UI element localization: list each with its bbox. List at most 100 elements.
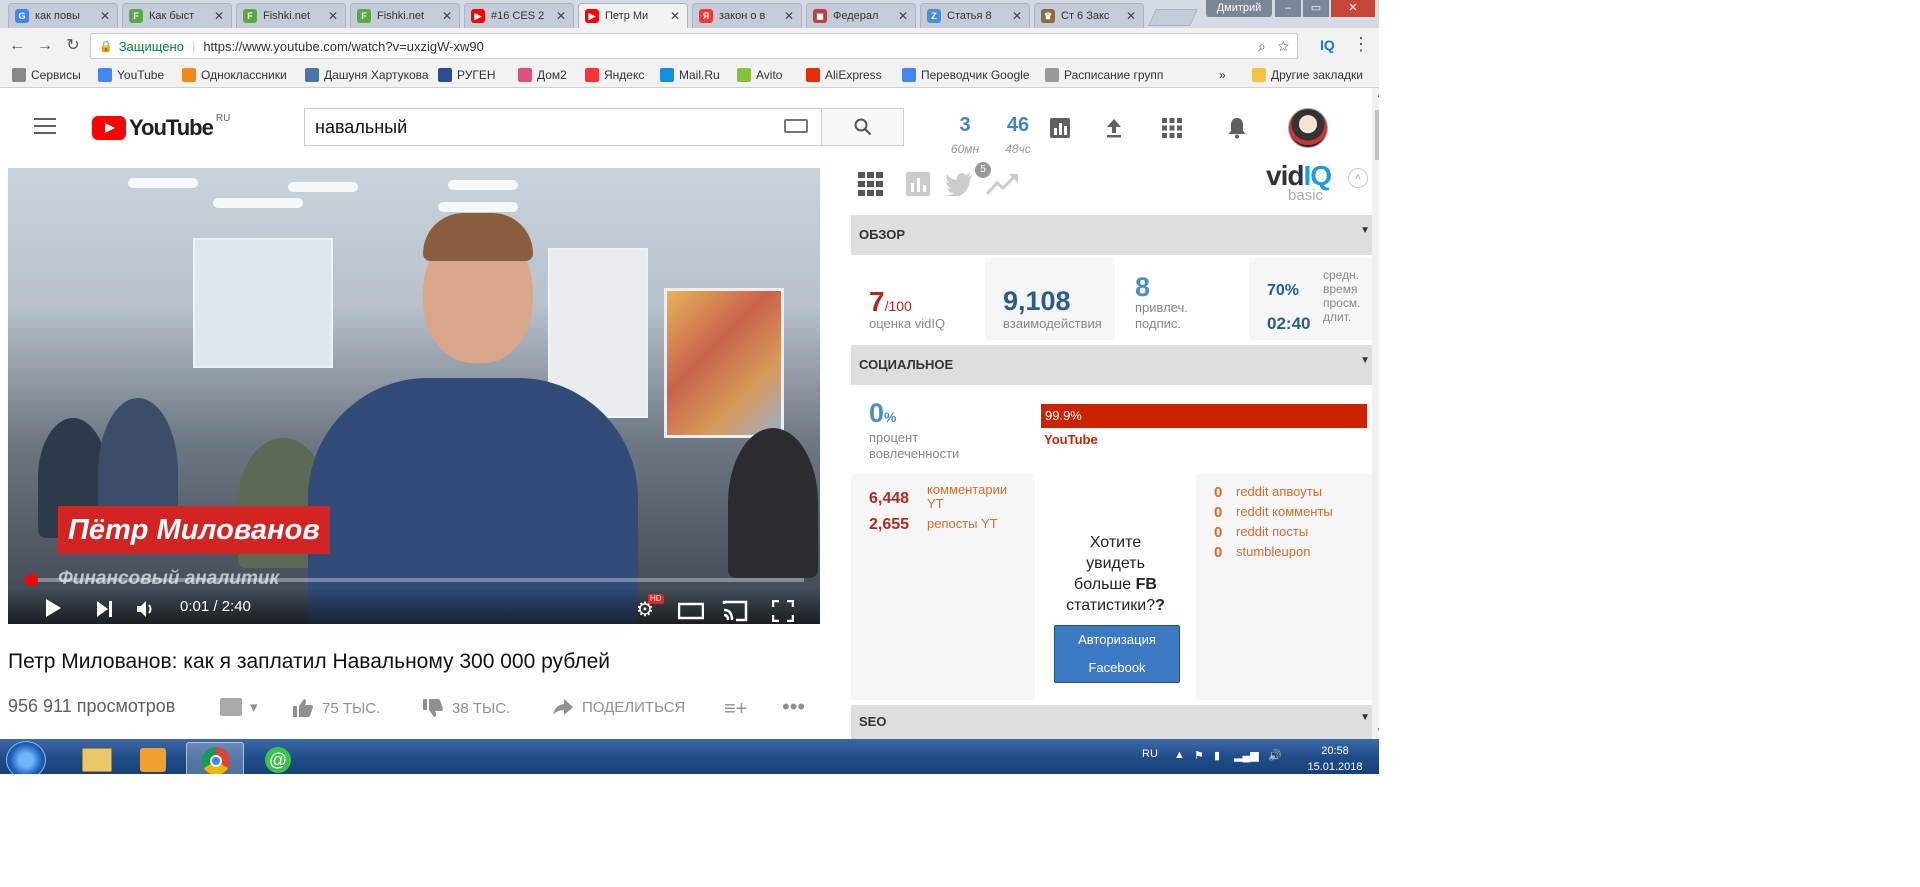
forward-button[interactable]: →: [34, 36, 56, 58]
vidiq-stats-icon[interactable]: [906, 172, 930, 196]
next-icon[interactable]: [96, 600, 114, 618]
tab-close-icon[interactable]: ✕: [99, 9, 111, 23]
browser-menu-icon[interactable]: ⋮: [1352, 34, 1370, 55]
account-avatar[interactable]: [1288, 108, 1328, 148]
bookmark-item[interactable]: РУГЕН: [438, 68, 496, 82]
hamburger-menu-icon[interactable]: [34, 118, 56, 134]
taskbar-explorer[interactable]: [68, 742, 126, 774]
vidiq-grid-icon[interactable]: [858, 172, 884, 196]
overview-section-header[interactable]: ОБЗОР ▼: [851, 215, 1372, 255]
input-language[interactable]: RU: [1142, 748, 1158, 760]
apps-grid-icon[interactable]: [1160, 116, 1184, 140]
youtube-logo[interactable]: YouTube RU: [92, 113, 230, 141]
taskbar-mail-agent[interactable]: @: [250, 742, 308, 774]
scrollbar-thumb[interactable]: [1375, 110, 1379, 160]
like-button[interactable]: 75 ТЫС.: [292, 698, 380, 718]
add-to-playlist-icon[interactable]: ≡+: [724, 698, 747, 721]
bookmark-item[interactable]: Дашуня Хартукова: [305, 68, 429, 82]
bookmark-item[interactable]: YouTube: [98, 68, 164, 82]
back-button[interactable]: ←: [6, 36, 28, 58]
zoom-icon[interactable]: ⌕: [1258, 38, 1266, 54]
vidiq-views-menu[interactable]: ▾: [220, 698, 258, 716]
tab-close-icon[interactable]: ✕: [669, 9, 681, 23]
share-button[interactable]: ПОДЕЛИТЬСЯ: [552, 698, 685, 716]
facebook-login-button[interactable]: Авторизация Facebook: [1054, 625, 1180, 683]
browser-tab[interactable]: ◼ Федерал ✕: [806, 3, 916, 28]
scroll-up-arrow[interactable]: ▲: [1376, 90, 1379, 99]
bookmark-item[interactable]: Сервисы: [12, 68, 81, 82]
tab-close-icon[interactable]: ✕: [897, 9, 909, 23]
search-input[interactable]: навальный: [304, 108, 822, 146]
minimize-button[interactable]: –: [1275, 0, 1301, 17]
keyboard-icon[interactable]: [784, 119, 808, 133]
taskbar-chrome[interactable]: [186, 742, 244, 774]
scroll-down-arrow[interactable]: ▼: [1376, 726, 1379, 735]
power-icon[interactable]: ▮: [1214, 749, 1220, 762]
search-button[interactable]: [822, 108, 904, 146]
tab-close-icon[interactable]: ✕: [1011, 9, 1023, 23]
window-close-button[interactable]: ✕: [1331, 0, 1375, 17]
media-player-icon: [140, 748, 166, 772]
tab-close-icon[interactable]: ✕: [555, 9, 567, 23]
volume-icon[interactable]: [136, 599, 156, 619]
other-bookmarks-folder[interactable]: Другие закладки: [1252, 68, 1363, 82]
social-section-header[interactable]: СОЦИАЛЬНОЕ ▼: [851, 345, 1372, 385]
vidiq-trend-icon[interactable]: [986, 172, 1020, 196]
maximize-button[interactable]: ▭: [1303, 0, 1329, 17]
analytics-icon[interactable]: [1048, 116, 1072, 140]
action-center-flag-icon[interactable]: ⚑: [1194, 749, 1204, 762]
browser-tab[interactable]: F Fishki.net ✕: [236, 3, 346, 28]
show-hidden-icons-icon[interactable]: ▲: [1174, 749, 1185, 761]
bookmarks-more-button[interactable]: »: [1219, 68, 1226, 82]
dislike-button[interactable]: 38 ТЫС.: [422, 698, 510, 718]
more-actions-icon[interactable]: •••: [782, 694, 805, 720]
bookmark-item[interactable]: AliExpress: [806, 68, 882, 82]
bookmark-item[interactable]: Расписание групп: [1045, 68, 1163, 82]
collapse-chevron-up-icon[interactable]: ˄: [1348, 168, 1368, 188]
reload-button[interactable]: ↻: [62, 36, 84, 58]
browser-tab[interactable]: F Как быст ✕: [122, 3, 232, 28]
vidiq-extension-button[interactable]: IQ: [1320, 37, 1335, 53]
browser-tab[interactable]: ▶ Петр Ми ✕: [578, 3, 688, 28]
bookmark-item[interactable]: Одноклассники: [182, 68, 287, 82]
volume-tray-icon[interactable]: 🔊: [1268, 749, 1282, 762]
network-icon[interactable]: ▂▄▆: [1234, 749, 1259, 762]
upload-icon[interactable]: [1102, 116, 1126, 140]
tab-close-icon[interactable]: ✕: [783, 9, 795, 23]
play-icon[interactable]: [44, 598, 62, 618]
start-button[interactable]: [6, 741, 46, 774]
bookmark-item[interactable]: Дом2: [518, 68, 567, 82]
browser-tab[interactable]: ▶ #16 CES 2 ✕: [464, 3, 574, 28]
profile-button[interactable]: Дмитрий: [1206, 0, 1272, 17]
theater-mode-icon[interactable]: [678, 602, 704, 620]
address-bar[interactable]: 🔒 Защищено | https://www.youtube.com/wat…: [90, 33, 1298, 59]
browser-tab[interactable]: Gкак повы ✕: [8, 3, 118, 28]
bookmark-item[interactable]: Яндекс: [585, 68, 644, 82]
tab-title: Fishki.net: [377, 10, 425, 22]
fullscreen-icon[interactable]: [772, 600, 794, 622]
browser-tab[interactable]: F Fishki.net ✕: [350, 3, 460, 28]
browser-tab[interactable]: Z Статья 8 ✕: [920, 3, 1030, 28]
bookmark-item[interactable]: Mail.Ru: [660, 68, 720, 82]
video-player[interactable]: Пётр Милованов Финансовый аналитик 0:01 …: [8, 168, 820, 624]
bookmark-item[interactable]: Переводчик Google: [902, 68, 1030, 82]
page-scrollbar[interactable]: ▲ ▼: [1372, 88, 1379, 739]
tab-close-icon[interactable]: ✕: [1125, 9, 1137, 23]
bookmark-label: РУГЕН: [457, 68, 496, 82]
browser-tab[interactable]: ♛ Ст 6 Закс ✕: [1034, 3, 1144, 28]
taskbar-clock[interactable]: 20:58 15.01.2018: [1300, 743, 1370, 774]
seo-section-header[interactable]: SEO ▼: [851, 705, 1372, 739]
tab-close-icon[interactable]: ✕: [327, 9, 339, 23]
cast-icon[interactable]: [722, 600, 748, 622]
video-scrubber-handle[interactable]: [25, 574, 38, 586]
tab-close-icon[interactable]: ✕: [441, 9, 453, 23]
bookmark-star-icon[interactable]: ☆: [1278, 38, 1289, 54]
notifications-bell-icon[interactable]: [1225, 116, 1249, 140]
browser-tab[interactable]: Язакон о в ✕: [692, 3, 802, 28]
tab-close-icon[interactable]: ✕: [213, 9, 225, 23]
vidiq-twitter-icon[interactable]: [945, 172, 973, 196]
new-tab-button[interactable]: [1148, 9, 1198, 26]
taskbar-media-player[interactable]: [124, 742, 182, 774]
bookmark-item[interactable]: Avito: [737, 68, 782, 82]
video-progress-bar[interactable]: [24, 574, 804, 586]
